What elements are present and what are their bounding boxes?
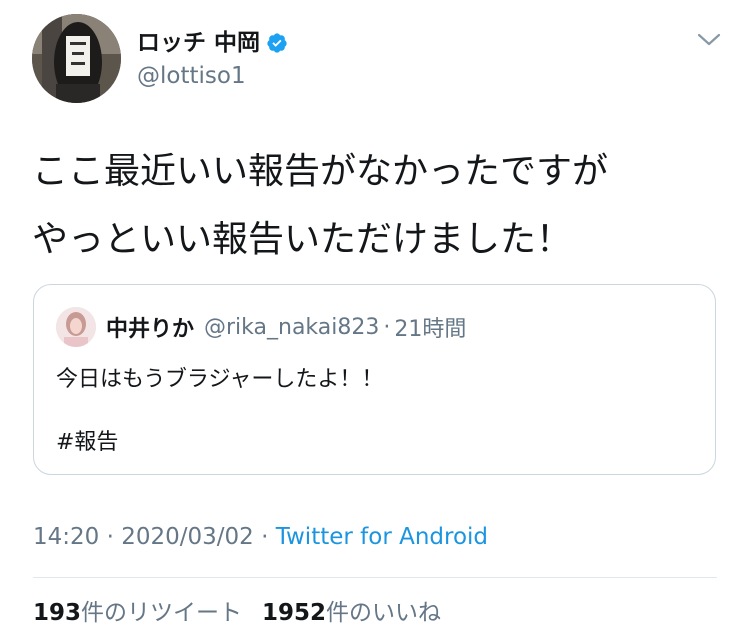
likes-count: 1952: [262, 600, 327, 626]
retweets-stat[interactable]: 193件のリツイート: [33, 596, 242, 630]
tweet-text: ここ最近いい報告がなかったですが やっといい報告いただけました！: [32, 138, 722, 274]
likes-stat[interactable]: 1952件のいいね: [262, 596, 441, 630]
author-avatar-image: [32, 14, 121, 103]
quoted-tweet-card[interactable]: 中井りか @rika_nakai823 · 21時間 今日はもうブラジャーしたよ…: [33, 284, 716, 475]
likes-label: 件のいいね: [326, 600, 442, 626]
author-name-row[interactable]: ロッチ 中岡: [137, 28, 288, 58]
quoted-header: 中井りか @rika_nakai823 · 21時間: [106, 310, 466, 344]
meta-separator: ·: [253, 524, 276, 550]
tweet-text-line: やっといい報告いただけました！: [32, 219, 573, 260]
tweet-text-line: ここ最近いい報告がなかったですが: [32, 151, 609, 192]
tweet-stats: 193件のリツイート 1952件のいいね: [33, 596, 441, 630]
tweet-meta: 14:20 · 2020/03/02 · Twitter for Android: [33, 520, 488, 554]
quoted-tweet-text: 今日はもうブラジャーしたよ！！: [56, 367, 384, 392]
quoted-display-name[interactable]: 中井りか: [106, 311, 194, 343]
tweet-date[interactable]: 2020/03/02: [121, 524, 254, 550]
retweets-count: 193: [33, 600, 82, 626]
quoted-separator: ·: [383, 314, 391, 340]
verified-badge-icon: [266, 32, 288, 54]
author-display-name[interactable]: ロッチ 中岡: [137, 28, 260, 58]
divider: [33, 577, 717, 578]
author-handle[interactable]: @lottiso1: [137, 62, 246, 90]
chevron-down-icon[interactable]: [695, 30, 723, 50]
quoted-author-avatar-image: [56, 307, 96, 347]
tweet-source-link[interactable]: Twitter for Android: [276, 524, 488, 550]
quoted-author-avatar[interactable]: [56, 307, 96, 347]
tweet-time[interactable]: 14:20: [33, 524, 99, 550]
retweets-label: 件のリツイート: [81, 600, 243, 626]
quoted-hashtag[interactable]: #報告: [56, 426, 118, 460]
quoted-timestamp[interactable]: 21時間: [394, 311, 466, 343]
quoted-handle[interactable]: @rika_nakai823: [204, 315, 379, 340]
meta-separator: ·: [99, 524, 122, 550]
author-avatar[interactable]: [32, 14, 121, 103]
